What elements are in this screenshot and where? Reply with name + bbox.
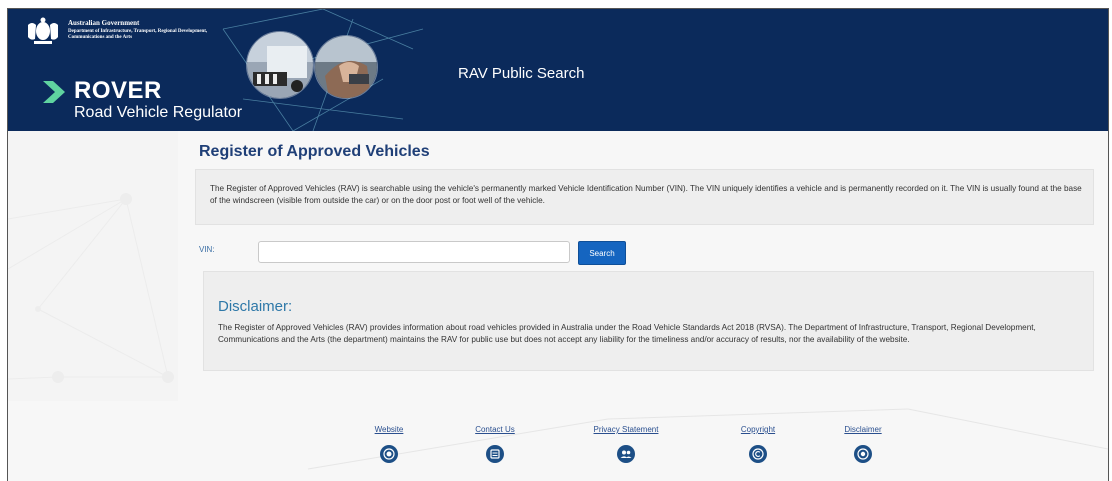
info-icon[interactable] [854,445,872,463]
intro-panel: The Register of Approved Vehicles (RAV) … [195,169,1094,225]
app-title: RAV Public Search [458,65,585,82]
search-button[interactable]: Search [578,241,626,265]
government-branding: Australian Government Department of Infr… [68,19,228,41]
truck-photo [246,31,314,99]
page-title: Register of Approved Vehicles [199,143,430,160]
vin-input[interactable] [258,241,570,263]
people-icon[interactable] [617,445,635,463]
intro-text: The Register of Approved Vehicles (RAV) … [210,184,1082,205]
footer-link-disclaimer[interactable]: Disclaimer [823,425,903,434]
department-name: Department of Infrastructure, Transport,… [68,29,208,40]
footer-link-privacy-statement[interactable]: Privacy Statement [586,425,666,434]
disclaimer-panel: Disclaimer: The Register of Approved Veh… [203,271,1094,371]
brand-tagline: Road Vehicle Regulator [74,104,243,121]
contact-icon[interactable] [486,445,504,463]
disclaimer-title: Disclaimer: [218,298,293,315]
footer-link-copyright[interactable]: Copyright [718,425,798,434]
person-photo [314,35,378,99]
globe-icon[interactable] [380,445,398,463]
page-frame: Australian Government Department of Infr… [7,8,1109,481]
disclaimer-text: The Register of Approved Vehicles (RAV) … [218,323,1036,344]
vin-label: VIN: [199,245,215,254]
footer-link-contact-us[interactable]: Contact Us [455,425,535,434]
footer-link-website[interactable]: Website [349,425,429,434]
government-title: Australian Government [68,19,140,27]
site-header: Australian Government Department of Infr… [8,9,1108,131]
coat-of-arms-icon [28,17,58,44]
copyright-icon[interactable] [749,445,767,463]
rover-chevron-icon [43,81,65,103]
brand-name: ROVER [74,77,162,104]
